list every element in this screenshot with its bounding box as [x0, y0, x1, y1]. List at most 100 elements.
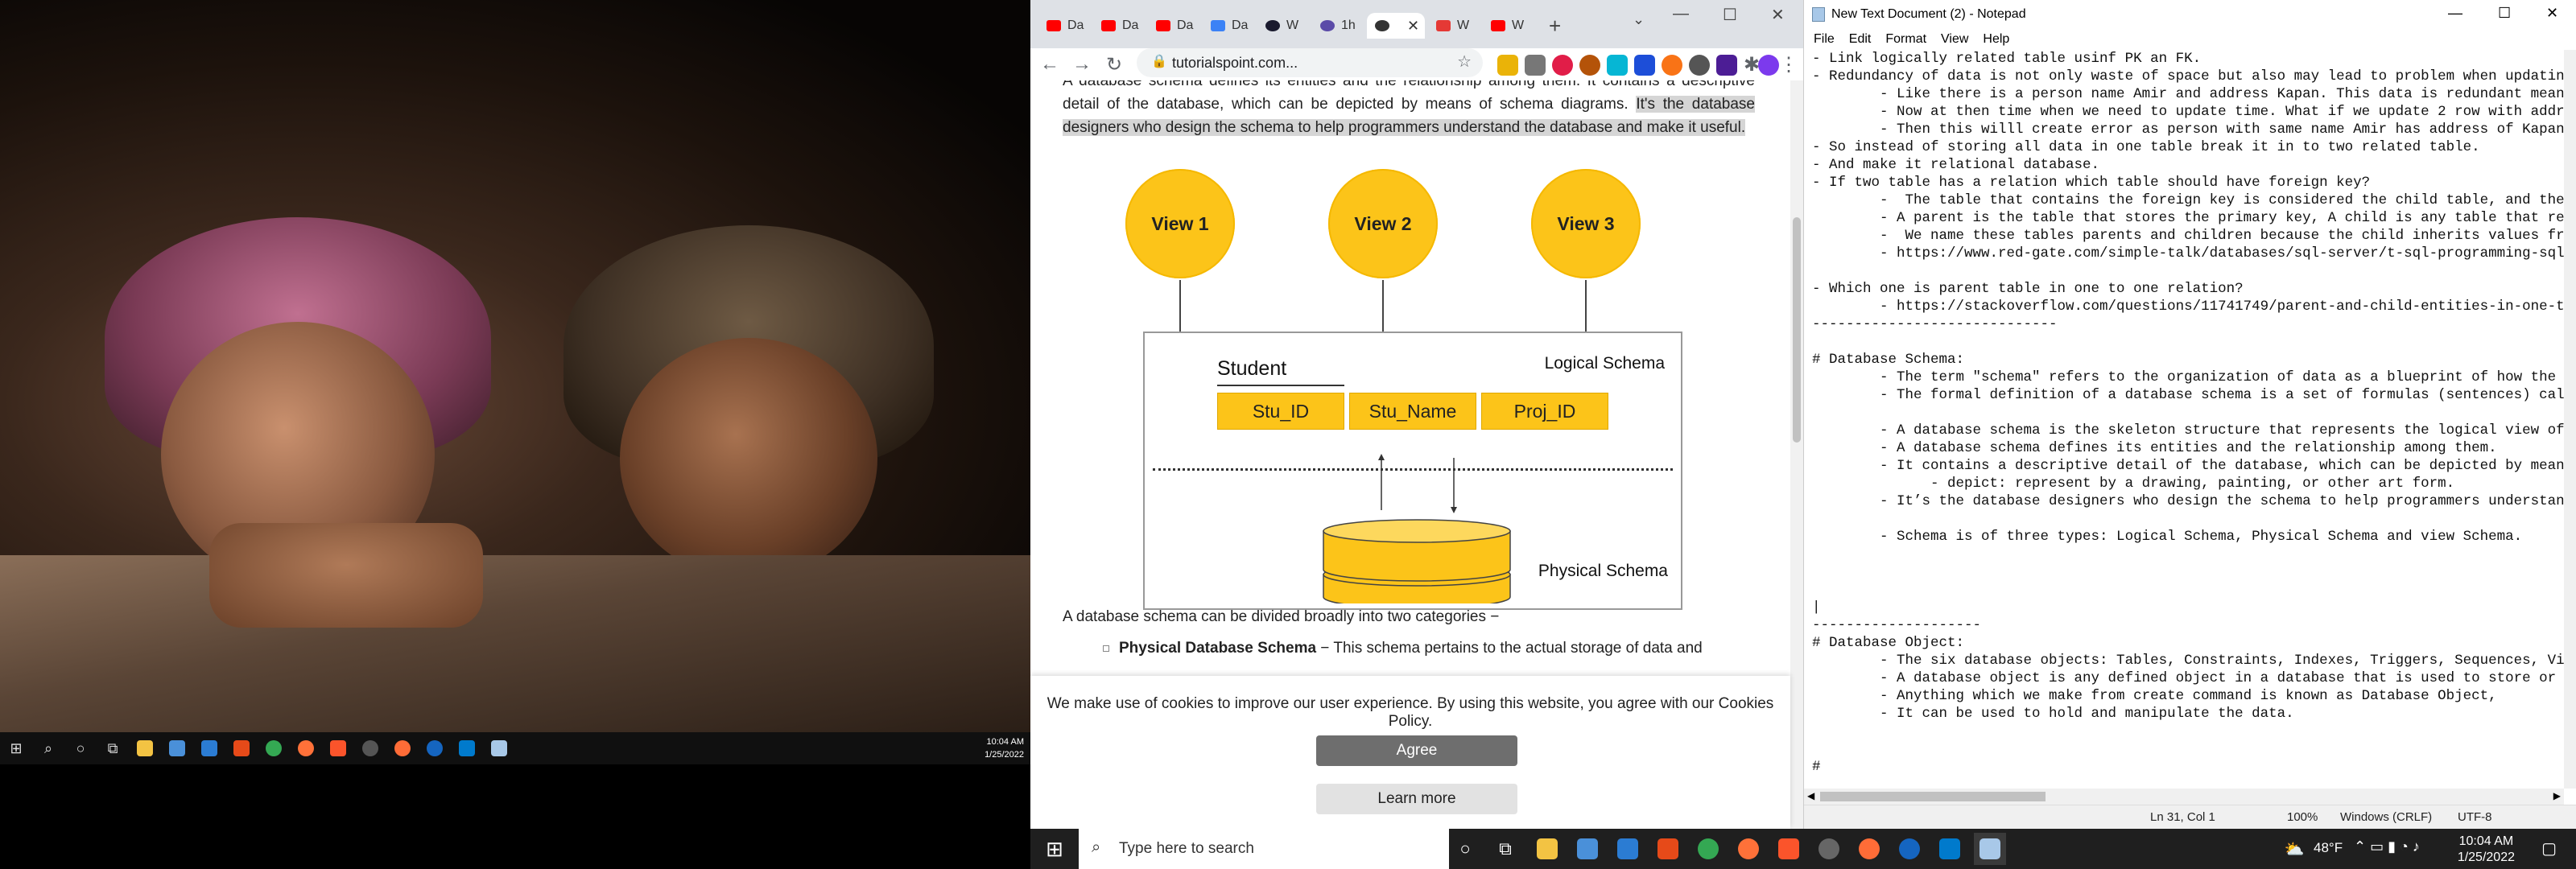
task-view-icon[interactable]: ⧉: [97, 732, 129, 764]
file-explorer-icon[interactable]: [129, 732, 161, 764]
file-explorer-icon[interactable]: [1531, 833, 1563, 865]
menu-help[interactable]: Help: [1983, 32, 2009, 47]
notepad-title: New Text Document (2) - Notepad: [1831, 7, 2026, 21]
extension-icon[interactable]: [1634, 55, 1655, 76]
tab[interactable]: Da: [1203, 13, 1257, 39]
app-icon[interactable]: [419, 732, 451, 764]
minimize-icon[interactable]: —: [1673, 5, 1689, 23]
obs-icon[interactable]: [354, 732, 386, 764]
page-scrollbar[interactable]: [1790, 80, 1803, 829]
notepad-line: - The table that contains the foreign ke…: [1812, 192, 2564, 208]
obs-icon[interactable]: [1813, 833, 1845, 865]
tab[interactable]: W: [1428, 13, 1483, 39]
postman-icon[interactable]: [1853, 833, 1885, 865]
tab[interactable]: Da: [1093, 13, 1148, 39]
opera-icon[interactable]: [1552, 55, 1573, 76]
notepad-line: - A database schema defines its entities…: [1812, 440, 2497, 456]
close-window-icon[interactable]: ✕: [1771, 5, 1785, 25]
maximize-icon[interactable]: ☐: [2498, 5, 2511, 22]
address-bar[interactable]: 🔒 tutorialspoint.com... ☆: [1137, 48, 1483, 77]
extension-icon[interactable]: [1689, 55, 1710, 76]
cortana-icon[interactable]: ○: [64, 732, 97, 764]
close-tab-icon[interactable]: ✕: [1407, 18, 1419, 35]
brave-icon[interactable]: [322, 732, 354, 764]
notepad-line: - A database schema is the skeleton stru…: [1812, 422, 2564, 439]
mail-icon[interactable]: [193, 732, 225, 764]
store-icon[interactable]: [1571, 833, 1604, 865]
store-icon[interactable]: [161, 732, 193, 764]
mail-icon[interactable]: [1612, 833, 1644, 865]
page-scrollbar-thumb[interactable]: [1793, 217, 1801, 443]
notepad-horizontal-scrollbar[interactable]: ◀ ▶: [1804, 789, 2564, 805]
learn-more-button[interactable]: Learn more: [1316, 784, 1517, 814]
taskbar-clock[interactable]: 10:04 AM 1/25/2022: [2458, 834, 2515, 866]
chrome-icon[interactable]: [258, 732, 290, 764]
field-proj-id: Proj_ID: [1481, 393, 1608, 430]
weather-temp[interactable]: 48°F: [2314, 840, 2343, 856]
tab[interactable]: W: [1483, 13, 1538, 39]
notepad-vertical-scrollbar[interactable]: [2564, 50, 2576, 789]
bookmark-star-icon[interactable]: ☆: [1457, 51, 1472, 72]
maximize-icon[interactable]: ☐: [1723, 5, 1737, 25]
left-clock[interactable]: 10:04 AM 1/25/2022: [985, 735, 1024, 761]
forward-icon[interactable]: →: [1067, 50, 1096, 79]
app-icon[interactable]: [1893, 833, 1926, 865]
menu-edit[interactable]: Edit: [1849, 32, 1872, 47]
extension-icon[interactable]: [1716, 55, 1737, 76]
minimize-icon[interactable]: —: [2448, 5, 2462, 22]
scroll-right-icon[interactable]: ▶: [2553, 790, 2561, 801]
new-tab-button[interactable]: +: [1541, 13, 1596, 39]
menu-file[interactable]: File: [1814, 32, 1835, 47]
close-window-icon[interactable]: ✕: [2546, 5, 2558, 22]
tab-active[interactable]: ✕: [1367, 13, 1425, 39]
firefox-icon[interactable]: [1732, 833, 1765, 865]
vscode-icon[interactable]: [1934, 833, 1966, 865]
notepad-line: - The formal definition of a database sc…: [1812, 387, 2564, 403]
scroll-left-icon[interactable]: ◀: [1807, 790, 1814, 801]
notepad-hscroll-thumb[interactable]: [1820, 792, 2046, 801]
system-tray-icons[interactable]: ⌃ ▭ ▮ ◔ ♪: [2354, 838, 2420, 855]
extension-icon[interactable]: [1579, 55, 1600, 76]
cortana-icon[interactable]: ○: [1449, 833, 1481, 865]
search-icon[interactable]: ⌕: [32, 732, 64, 764]
extension-icon[interactable]: [1607, 55, 1628, 76]
brave-icon[interactable]: [1773, 833, 1805, 865]
tab[interactable]: 1h: [1312, 13, 1367, 39]
reload-icon[interactable]: ↻: [1100, 50, 1129, 79]
weather-icon[interactable]: ⛅: [2278, 833, 2310, 865]
menu-view[interactable]: View: [1941, 32, 1968, 47]
chrome-icon[interactable]: [1692, 833, 1724, 865]
extension-icon[interactable]: [1497, 55, 1518, 76]
notepad-line: - If two table has a relation which tabl…: [1812, 175, 2371, 191]
office-icon[interactable]: [225, 732, 258, 764]
notepad-menubar: File Edit Format View Help: [1804, 29, 2576, 50]
task-view-icon[interactable]: ⧉: [1489, 833, 1521, 865]
tab[interactable]: Da: [1038, 13, 1093, 39]
tab[interactable]: Da: [1148, 13, 1203, 39]
vscode-icon[interactable]: [451, 732, 483, 764]
notepad-icon[interactable]: [483, 732, 515, 764]
tab-search-icon[interactable]: ⌄: [1633, 11, 1645, 28]
notepad-editor[interactable]: - Link logically related table usinf PK …: [1804, 50, 2564, 789]
notification-icon[interactable]: ▢: [2541, 838, 2557, 859]
menu-format[interactable]: Format: [1885, 32, 1926, 47]
taskbar: ⊞ ⌕ Type here to search ○ ⧉ ⛅ 48°F ⌃ ▭ ▮…: [1030, 829, 2576, 869]
windows-logo-icon[interactable]: ⊞: [0, 732, 32, 764]
agree-button[interactable]: Agree: [1316, 735, 1517, 766]
back-icon[interactable]: ←: [1035, 50, 1064, 79]
office-icon[interactable]: [1652, 833, 1684, 865]
menu-kebab-icon[interactable]: ⋮: [1774, 50, 1803, 79]
notepad-icon[interactable]: [1974, 833, 2006, 865]
taskbar-search[interactable]: ⌕ Type here to search: [1079, 829, 1449, 869]
notepad-line: - It’s the database designers who design…: [1812, 493, 2564, 509]
tab[interactable]: W: [1257, 13, 1312, 39]
cookie-banner: We make use of cookies to improve our us…: [1030, 676, 1790, 829]
status-eol: Windows (CRLF): [2340, 810, 2433, 824]
postman-icon[interactable]: [386, 732, 419, 764]
notepad-line: # Database Object:: [1812, 635, 1965, 651]
extension-icon[interactable]: [1525, 55, 1546, 76]
extension-icon[interactable]: [1662, 55, 1682, 76]
firefox-icon[interactable]: [290, 732, 322, 764]
notepad-line: [1812, 262, 2564, 280]
windows-logo-icon[interactable]: ⊞: [1038, 833, 1071, 865]
